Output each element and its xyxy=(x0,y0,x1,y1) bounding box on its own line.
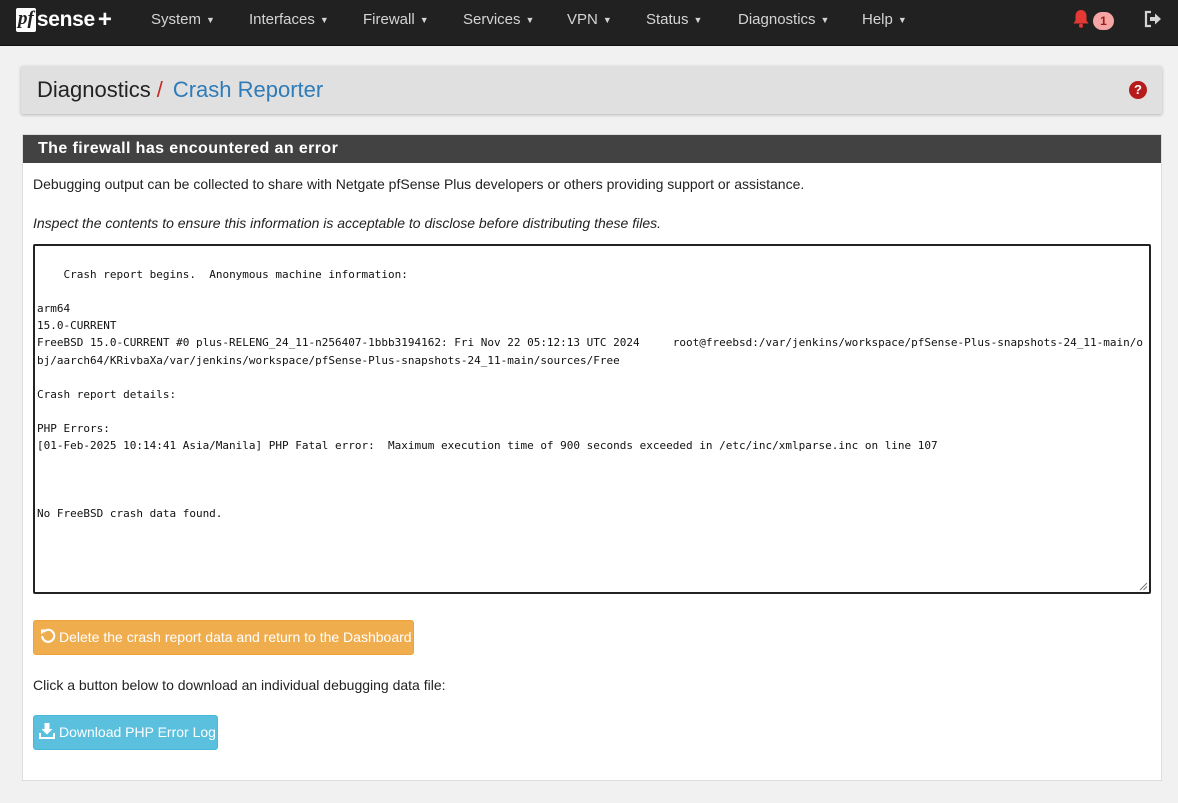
nav-diagnostics[interactable]: Diagnostics ▼ xyxy=(738,0,829,40)
caret-down-icon: ▼ xyxy=(820,15,830,25)
page-title: Diagnostics / Crash Reporter xyxy=(37,77,323,103)
nav-interfaces[interactable]: Interfaces ▼ xyxy=(249,0,329,40)
sign-out-icon[interactable] xyxy=(1144,10,1162,28)
top-navbar: pf sense + System ▼ Interfaces ▼ Firewall ▼… xyxy=(0,0,1178,46)
bell-icon[interactable] xyxy=(1072,9,1090,29)
disclosure-notice: Inspect the contents to ensure this info… xyxy=(33,215,662,231)
logo-pf: pf xyxy=(16,8,36,32)
nav-label: Status xyxy=(646,11,689,28)
help-icon[interactable]: ? xyxy=(1129,81,1147,99)
nav-firewall[interactable]: Firewall ▼ xyxy=(363,0,429,40)
nav-help[interactable]: Help ▼ xyxy=(862,0,907,40)
logo-plus: + xyxy=(97,6,112,33)
resize-handle-icon[interactable] xyxy=(1139,582,1148,591)
caret-down-icon: ▼ xyxy=(419,15,429,25)
intro-text: Debugging output can be collected to sha… xyxy=(33,176,805,192)
notification-count-badge[interactable]: 1 xyxy=(1093,12,1114,30)
breadcrumb-separator: / xyxy=(156,77,163,102)
nav-label: Firewall xyxy=(363,11,415,28)
nav-system[interactable]: System ▼ xyxy=(151,0,215,40)
nav-label: Interfaces xyxy=(249,11,315,28)
nav-status[interactable]: Status ▼ xyxy=(646,0,702,40)
crash-report-textarea[interactable]: Crash report begins. Anonymous machine i… xyxy=(33,244,1151,594)
breadcrumb-page-link[interactable]: Crash Reporter xyxy=(173,77,323,102)
nav-vpn[interactable]: VPN ▼ xyxy=(567,0,612,40)
logo-sense: sense xyxy=(36,8,95,31)
pfsense-logo[interactable]: pf sense + xyxy=(16,6,112,34)
delete-button-label: Delete the crash report data and return … xyxy=(59,629,412,645)
nav-label: Help xyxy=(862,11,893,28)
nav-label: VPN xyxy=(567,11,598,28)
download-icon xyxy=(39,723,55,740)
caret-down-icon: ▼ xyxy=(525,15,535,25)
nav-label: Diagnostics xyxy=(738,11,816,28)
caret-down-icon: ▼ xyxy=(206,15,215,25)
undo-icon xyxy=(41,629,56,644)
nav-services[interactable]: Services ▼ xyxy=(463,0,534,40)
panel-title: The firewall has encountered an error xyxy=(23,135,1161,163)
crash-report-panel: The firewall has encountered an error De… xyxy=(22,134,1162,781)
breadcrumb: Diagnostics / Crash Reporter ? xyxy=(21,66,1162,114)
nav-label: Services xyxy=(463,11,521,28)
caret-down-icon: ▼ xyxy=(897,15,907,25)
breadcrumb-section: Diagnostics xyxy=(37,77,151,102)
crash-report-content: Crash report begins. Anonymous machine i… xyxy=(37,268,1143,521)
caret-down-icon: ▼ xyxy=(602,15,612,25)
caret-down-icon: ▼ xyxy=(319,15,329,25)
caret-down-icon: ▼ xyxy=(693,15,703,25)
download-php-error-log-button[interactable]: Download PHP Error Log xyxy=(33,715,218,750)
delete-crash-report-button[interactable]: Delete the crash report data and return … xyxy=(33,620,414,655)
nav-label: System xyxy=(151,11,202,28)
download-prompt: Click a button below to download an indi… xyxy=(33,677,446,693)
download-button-label: Download PHP Error Log xyxy=(59,724,216,740)
